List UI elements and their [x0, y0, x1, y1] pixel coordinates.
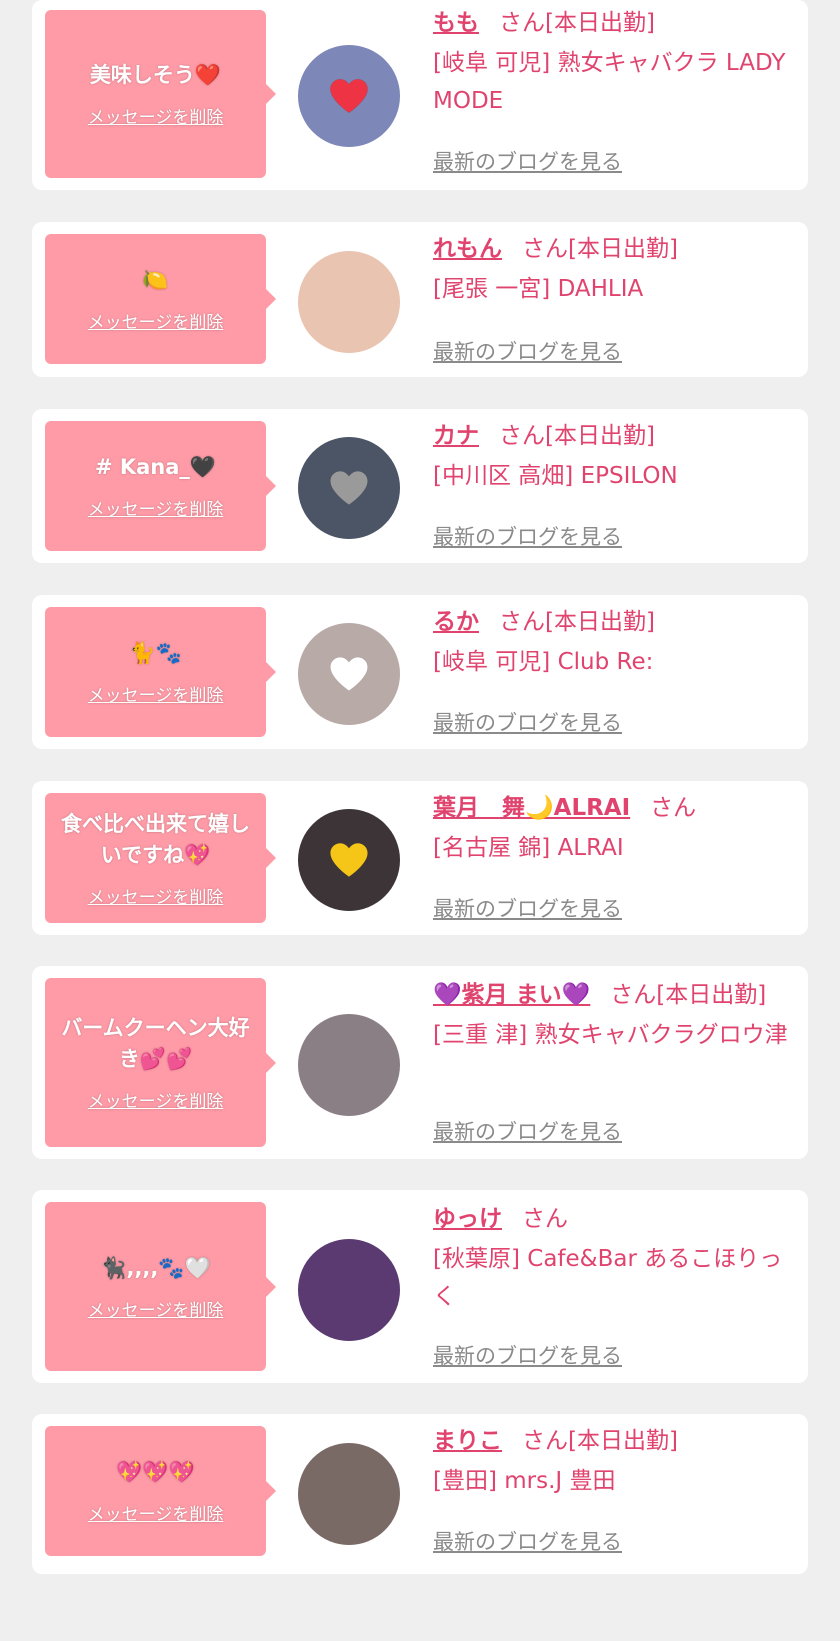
message-text: 美味しそう❤️: [89, 63, 222, 87]
avatar[interactable]: [298, 437, 400, 539]
avatar[interactable]: [298, 809, 400, 911]
cast-name-link[interactable]: るか: [433, 609, 479, 635]
favorite-card: 美味しそう❤️ メッセージを削除 もも さん[本日出勤] [岐阜 可児] 熟女キャバクラ…: [32, 0, 808, 190]
cast-name-link[interactable]: れもん: [433, 236, 502, 262]
name-line: れもん さん[本日出勤]: [433, 232, 795, 266]
shop-name: [中川区 高畑] EPSILON: [433, 463, 678, 489]
honorific-status: さん[本日出勤]: [499, 609, 655, 635]
honorific-status: さん[本日出勤]: [522, 1428, 678, 1454]
heart-icon: [329, 656, 369, 692]
cast-name-link[interactable]: ゆっけ: [433, 1206, 502, 1232]
cast-info: ゆっけ さん [秋葉原] Cafe&Bar あるこほりっく最新のブログを見る: [433, 1202, 795, 1383]
cast-name-link[interactable]: もも: [433, 10, 479, 36]
delete-message-link[interactable]: メッセージを削除: [88, 883, 224, 908]
delete-message-link[interactable]: メッセージを削除: [88, 103, 224, 128]
latest-blog-link[interactable]: 最新のブログを見る: [433, 893, 622, 923]
cast-info: 💜紫月 まい💜 さん[本日出勤] [三重 津] 熟女キャバクラグロウ津最新のブログを…: [433, 978, 795, 1159]
cast-info: れもん さん[本日出勤] [尾張 一宮] DAHLIA 最新のブログを見る: [433, 232, 795, 377]
name-line: 葉月 舞🌙ALRAI さん: [433, 791, 795, 825]
cast-name-link[interactable]: カナ: [433, 423, 479, 449]
favorite-card: 🐈🐾 メッセージを削除 るか さん[本日出勤] [岐阜 可児] Club Re: 最新のブ…: [32, 595, 808, 749]
shop-name: [名古屋 錦] ALRAI: [433, 835, 624, 861]
cast-info: もも さん[本日出勤] [岐阜 可児] 熟女キャバクラ LADY MODE 最新のブロ…: [433, 6, 795, 190]
name-line: カナ さん[本日出勤]: [433, 419, 795, 453]
cast-name-link[interactable]: まりこ: [433, 1428, 502, 1454]
message-bubble: 食べ比べ出来て嬉しいですね💖 メッセージを削除: [45, 793, 276, 923]
cast-name-link[interactable]: 葉月 舞🌙ALRAI: [433, 795, 630, 821]
message-bubble: 🐈🐾 メッセージを削除: [45, 607, 276, 737]
name-line: もも さん[本日出勤]: [433, 6, 795, 40]
latest-blog-link[interactable]: 最新のブログを見る: [433, 336, 622, 366]
message-bubble: 💖💖💖 メッセージを削除: [45, 1426, 276, 1556]
cast-info: 葉月 舞🌙ALRAI さん [名古屋 錦] ALRAI 最新のブログを見る: [433, 791, 795, 935]
name-line: ゆっけ さん: [433, 1202, 795, 1236]
favorite-card: 🍋 メッセージを削除 れもん さん[本日出勤] [尾張 一宮] DAHLIA 最新のブログ…: [32, 222, 808, 377]
cast-name-link[interactable]: 💜紫月 まい💜: [433, 982, 590, 1008]
latest-blog-link[interactable]: 最新のブログを見る: [433, 707, 622, 737]
honorific-status: さん[本日出勤]: [522, 236, 678, 262]
avatar[interactable]: [298, 1239, 400, 1341]
message-bubble: 🍋 メッセージを削除: [45, 234, 276, 364]
latest-blog-link[interactable]: 最新のブログを見る: [433, 1116, 622, 1146]
avatar[interactable]: [298, 623, 400, 725]
honorific-status: さん[本日出勤]: [610, 982, 767, 1008]
message-text: 🍋: [142, 268, 169, 292]
latest-blog-link[interactable]: 最新のブログを見る: [433, 146, 622, 176]
delete-message-link[interactable]: メッセージを削除: [88, 681, 224, 706]
message-bubble: # Kana_🖤 メッセージを削除: [45, 421, 276, 551]
delete-message-link[interactable]: メッセージを削除: [88, 1296, 224, 1321]
honorific-status: さん[本日出勤]: [499, 10, 655, 36]
cast-info: カナ さん[本日出勤] [中川区 高畑] EPSILON 最新のブログを見る: [433, 419, 795, 563]
message-text: 🐈‍⬛,,,,🐾🤍: [100, 1255, 211, 1280]
message-bubble: 🐈‍⬛,,,,🐾🤍 メッセージを削除: [45, 1202, 276, 1371]
avatar[interactable]: [298, 45, 400, 147]
delete-message-link[interactable]: メッセージを削除: [88, 1087, 224, 1112]
favorite-card: # Kana_🖤 メッセージを削除 カナ さん[本日出勤] [中川区 高畑] EPSIL…: [32, 409, 808, 563]
honorific-status: さん: [522, 1206, 568, 1232]
shop-name: [岐阜 可児] 熟女キャバクラ LADY MODE: [433, 50, 786, 114]
message-text: 💖💖💖: [116, 1460, 195, 1484]
message-text: 🐈🐾: [129, 641, 182, 665]
message-bubble: バームクーヘン大好き💕💕 メッセージを削除: [45, 978, 276, 1147]
shop-name: [豊田] mrs.J 豊田: [433, 1468, 616, 1494]
cast-info: るか さん[本日出勤] [岐阜 可児] Club Re: 最新のブログを見る: [433, 605, 795, 749]
favorite-card: 🐈‍⬛,,,,🐾🤍 メッセージを削除 ゆっけ さん [秋葉原] Cafe&Bar あるこ…: [32, 1190, 808, 1383]
favorite-card: 💖💖💖 メッセージを削除 まりこ さん[本日出勤] [豊田] mrs.J 豊田最新のブロ…: [32, 1414, 808, 1574]
name-line: まりこ さん[本日出勤]: [433, 1424, 795, 1458]
message-text: バームクーヘン大好き💕💕: [61, 1016, 250, 1071]
shop-name: [秋葉原] Cafe&Bar あるこほりっく: [433, 1246, 783, 1310]
favorite-cast-list: 美味しそう❤️ メッセージを削除 もも さん[本日出勤] [岐阜 可児] 熟女キャバクラ…: [0, 0, 840, 1641]
shop-name: [尾張 一宮] DAHLIA: [433, 276, 644, 302]
heart-icon: [329, 78, 369, 114]
name-line: るか さん[本日出勤]: [433, 605, 795, 639]
latest-blog-link[interactable]: 最新のブログを見る: [433, 521, 622, 551]
message-bubble: 美味しそう❤️ メッセージを削除: [45, 10, 276, 178]
latest-blog-link[interactable]: 最新のブログを見る: [433, 1340, 622, 1370]
favorite-card: 食べ比べ出来て嬉しいですね💖 メッセージを削除 葉月 舞🌙ALRAI さん [名古屋 錦…: [32, 781, 808, 935]
latest-blog-link[interactable]: 最新のブログを見る: [433, 1526, 622, 1556]
honorific-status: さん[本日出勤]: [499, 423, 655, 449]
heart-icon: [329, 842, 369, 878]
shop-name: [岐阜 可児] Club Re:: [433, 649, 654, 675]
favorite-card: バームクーヘン大好き💕💕 メッセージを削除 💜紫月 まい💜 さん[本日出勤] [三重 津…: [32, 966, 808, 1159]
delete-message-link[interactable]: メッセージを削除: [88, 308, 224, 333]
shop-name: [三重 津] 熟女キャバクラグロウ津: [433, 1022, 788, 1048]
delete-message-link[interactable]: メッセージを削除: [88, 495, 224, 520]
message-text: 食べ比べ出来て嬉しいですね💖: [61, 811, 250, 867]
cast-info: まりこ さん[本日出勤] [豊田] mrs.J 豊田最新のブログを見る: [433, 1424, 795, 1574]
avatar[interactable]: [298, 1443, 400, 1545]
name-line: 💜紫月 まい💜 さん[本日出勤]: [433, 978, 795, 1012]
honorific-status: さん: [650, 795, 697, 821]
delete-message-link[interactable]: メッセージを削除: [88, 1500, 224, 1525]
heart-icon: [329, 470, 369, 506]
avatar[interactable]: [298, 1014, 400, 1116]
message-text: # Kana_🖤: [94, 455, 217, 479]
avatar[interactable]: [298, 251, 400, 353]
